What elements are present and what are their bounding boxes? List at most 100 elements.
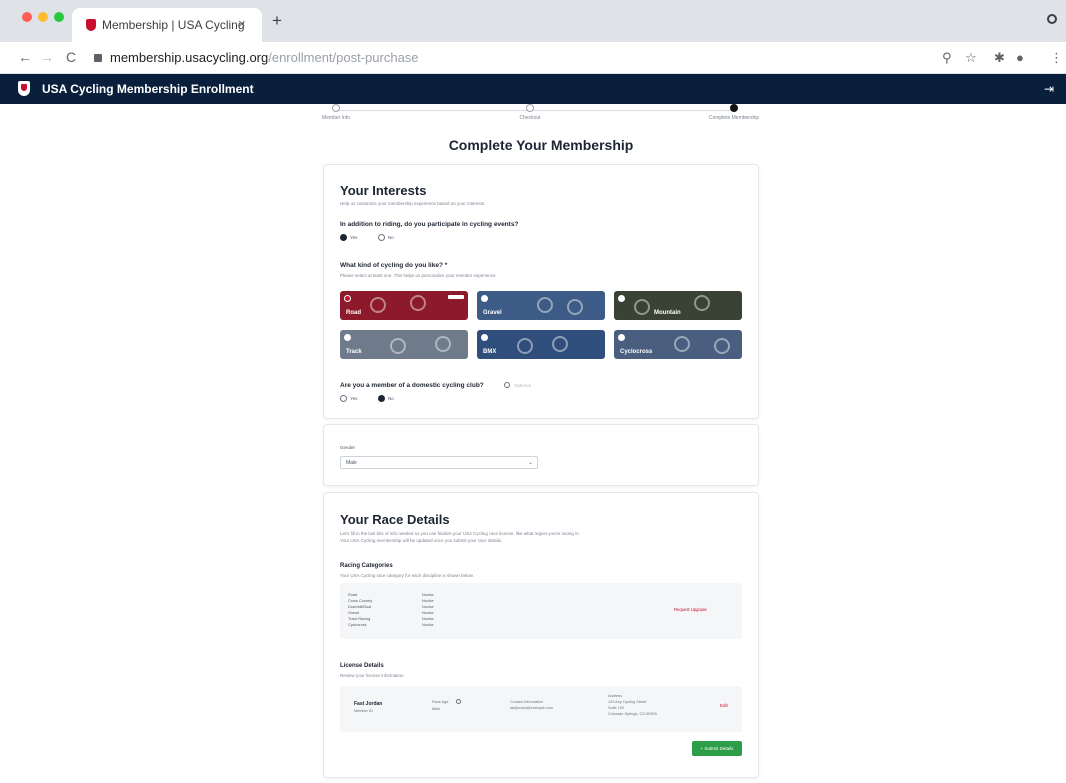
tile-track-radio-icon	[344, 334, 351, 341]
license-race-age-label: Race Age	[432, 700, 449, 704]
bike-graphic-icon	[435, 336, 451, 352]
lock-icon[interactable]	[94, 54, 102, 62]
back-icon[interactable]: ←	[18, 49, 32, 65]
info-icon[interactable]	[456, 699, 461, 704]
step-dot-active	[730, 104, 738, 112]
tile-cyclocross-label: Cyclocross	[620, 349, 653, 355]
club-no-radio[interactable]	[378, 395, 385, 402]
category-name: Cross Country	[348, 599, 373, 603]
step-checkout: Checkout	[470, 104, 590, 121]
tile-track-label: Track	[346, 349, 362, 355]
tile-road-label: Road	[346, 310, 361, 316]
step-label: Checkout	[519, 115, 541, 121]
tab-title: Membership | USA Cycling	[102, 18, 245, 32]
gender-label: Gender	[340, 445, 356, 450]
events-yes-radio[interactable]	[340, 234, 347, 241]
tab-close-icon[interactable]: ×	[238, 16, 246, 31]
extensions-icon[interactable]: ✱	[994, 50, 1005, 66]
license-edit-link[interactable]: Edit	[720, 703, 728, 708]
events-no-radio[interactable]	[378, 234, 385, 241]
interests-heading: Your Interests	[340, 183, 427, 198]
racing-categories-box: Road Novice Cross Country Novice Downhil…	[340, 583, 742, 639]
forward-icon[interactable]: →	[40, 49, 54, 65]
race-intro-line-1: Let's fill in the last bits of info need…	[340, 531, 580, 536]
bike-graphic-icon	[674, 336, 690, 352]
gender-select[interactable]: Male ⌄	[340, 456, 538, 469]
info-icon[interactable]	[504, 382, 510, 388]
club-yes-label: Yes	[350, 396, 358, 401]
category-name: Downhill/Dual	[348, 605, 372, 609]
category-value: Novice	[422, 617, 434, 621]
bike-graphic-icon	[552, 336, 568, 352]
club-yes-radio[interactable]	[340, 395, 347, 402]
browser-status-icon[interactable]	[1047, 14, 1057, 24]
step-dot	[332, 104, 340, 112]
usa-cycling-favicon-icon	[86, 19, 96, 31]
bike-graphic-icon	[410, 295, 426, 311]
tile-bmx[interactable]: BMX	[477, 330, 605, 359]
tile-mountain[interactable]: Mountain	[614, 291, 742, 320]
category-name: Cyclocross	[348, 623, 367, 627]
menu-icon[interactable]: ⋮	[1050, 50, 1063, 66]
star-icon[interactable]: ☆	[965, 50, 977, 66]
tile-mountain-label: Mountain	[654, 310, 681, 316]
license-contact-label: Contact Information	[510, 700, 544, 704]
race-details-card: Your Race Details Let's fill in the last…	[323, 492, 759, 778]
racing-categories-heading: Racing Categories	[340, 563, 393, 569]
tile-bmx-radio-icon	[481, 334, 488, 341]
cycling-kind-question: What kind of cycling do you like? *	[340, 262, 448, 269]
category-value: Novice	[422, 599, 434, 603]
step-label: Complete Membership	[708, 115, 760, 121]
license-details-box: Fast Jordan Member ID Race Age Male Cont…	[340, 686, 742, 732]
license-address-line: Suite 100	[608, 706, 625, 710]
address-bar[interactable]: membership.usacycling.org/enrollment/pos…	[110, 50, 419, 65]
browser-tab[interactable]: Membership | USA Cycling ×	[72, 8, 262, 42]
interests-subtext: Help us customize your membership experi…	[340, 201, 485, 206]
browser-tab-bar: Membership | USA Cycling × +	[0, 0, 1066, 42]
request-upgrade-link[interactable]: Request Upgrade	[674, 607, 707, 612]
race-heading: Your Race Details	[340, 512, 450, 527]
step-member-info: Member Info	[276, 104, 396, 121]
logout-icon[interactable]: ⇥	[1044, 82, 1054, 96]
bike-graphic-icon	[694, 295, 710, 311]
zoom-icon[interactable]: ⚲	[942, 50, 952, 66]
reload-icon[interactable]: C	[66, 49, 76, 65]
events-question: In addition to riding, do you participat…	[340, 221, 519, 228]
bike-graphic-icon	[567, 299, 583, 315]
minimize-window-button[interactable]	[38, 12, 48, 22]
tile-mountain-radio-icon	[618, 295, 625, 302]
tile-road-check-icon	[344, 295, 351, 302]
category-value: Novice	[422, 611, 434, 615]
new-tab-button[interactable]: +	[272, 11, 282, 31]
tile-gravel[interactable]: Gravel	[477, 291, 605, 320]
club-no-label: No	[388, 396, 394, 401]
submit-details-button[interactable]: + Submit Details	[692, 741, 742, 756]
maximize-window-button[interactable]	[54, 12, 64, 22]
profile-icon[interactable]: ●	[1016, 50, 1024, 65]
tile-bmx-label: BMX	[483, 349, 497, 355]
tile-road[interactable]: Road	[340, 291, 468, 320]
bike-graphic-icon	[370, 297, 386, 313]
cycling-kind-help: Please select at least one. This helps u…	[340, 273, 497, 278]
gender-select-value: Male	[346, 460, 357, 466]
license-address-label: Address	[608, 694, 622, 698]
url-path: /enrollment/post-purchase	[268, 50, 419, 65]
category-value: Novice	[422, 605, 434, 609]
license-details-help: Review your license information	[340, 673, 404, 678]
interests-card: Your Interests Help us customize your me…	[323, 164, 759, 419]
step-label: Member Info	[321, 115, 351, 121]
usa-cycling-shield-icon	[18, 81, 30, 96]
close-window-button[interactable]	[22, 12, 32, 22]
step-complete-membership: Complete Membership	[674, 104, 794, 121]
step-dot	[526, 104, 534, 112]
race-intro-line-2: Your USA Cycling membership will be upda…	[340, 538, 503, 543]
url-host: membership.usacycling.org	[110, 50, 269, 65]
license-contact-value: fastjordan@example.com	[510, 706, 554, 710]
bike-graphic-icon	[517, 338, 533, 354]
club-question: Are you a member of a domestic cycling c…	[340, 382, 484, 389]
tile-cyclocross[interactable]: Cyclocross	[614, 330, 742, 359]
category-name: Track Racing	[348, 617, 371, 621]
tile-track[interactable]: Track	[340, 330, 468, 359]
category-name: Road	[348, 593, 358, 597]
app-header: USA Cycling Membership Enrollment ⇥	[0, 74, 1066, 104]
